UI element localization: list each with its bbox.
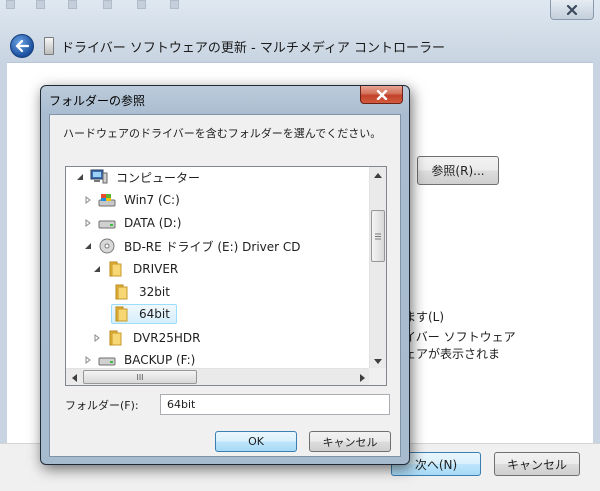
back-arrow-icon bbox=[15, 40, 29, 52]
tree-item-drive-c[interactable]: Win7 (C:) bbox=[83, 190, 187, 210]
tree-item-label: BD-RE ドライブ (E:) Driver CD bbox=[124, 239, 301, 254]
tree-item-label: DVR25HDR bbox=[133, 331, 201, 345]
tree-item-label: Win7 (C:) bbox=[124, 193, 180, 207]
computer-icon bbox=[90, 169, 108, 185]
expanded-arrow-icon[interactable] bbox=[75, 172, 85, 182]
wizard-option-text: イバー ソフトウェア bbox=[404, 330, 516, 344]
horizontal-scroll-thumb[interactable]: III bbox=[83, 370, 197, 384]
tree-item-drive-f[interactable]: BACKUP (F:) bbox=[83, 350, 202, 370]
hard-drive-icon bbox=[98, 215, 116, 231]
ghost-icon bbox=[170, 0, 179, 9]
hard-drive-icon bbox=[98, 352, 116, 368]
device-icon bbox=[44, 37, 54, 55]
wizard-option-text: ェアが表示されま bbox=[404, 347, 501, 361]
ghost-icon bbox=[137, 0, 146, 9]
folder-icon bbox=[107, 261, 125, 277]
browse-button[interactable]: 参照(R)... bbox=[417, 156, 499, 185]
tree-item-label: BACKUP (F:) bbox=[124, 353, 196, 367]
wizard-title-bar bbox=[0, 0, 600, 22]
tree-item-64bit-folder[interactable]: 64bit bbox=[111, 304, 177, 324]
dialog-cancel-button[interactable]: キャンセル bbox=[309, 431, 391, 452]
scroll-up-icon[interactable] bbox=[370, 167, 386, 184]
wizard-close-button[interactable] bbox=[550, 0, 594, 20]
scroll-left-icon[interactable] bbox=[66, 369, 82, 385]
ghost-icon bbox=[6, 0, 15, 9]
tree-item-drive-d[interactable]: DATA (D:) bbox=[83, 213, 188, 233]
scroll-right-icon[interactable] bbox=[354, 369, 370, 385]
back-button[interactable] bbox=[10, 34, 34, 58]
expanded-arrow-icon[interactable] bbox=[83, 241, 93, 251]
browse-folder-dialog: フォルダーの参照 ハードウェアのドライバーを含むフォルダーを選んでください。 コ… bbox=[40, 85, 410, 465]
ok-button[interactable]: OK bbox=[215, 431, 297, 452]
selection-highlight: 64bit bbox=[111, 304, 177, 324]
vertical-scroll-thumb[interactable] bbox=[371, 210, 385, 262]
collapsed-arrow-icon[interactable] bbox=[83, 195, 93, 205]
tree-item-label: コンピューター bbox=[116, 170, 201, 185]
folder-field-label: フォルダー(F): bbox=[65, 399, 139, 412]
ghost-icon bbox=[36, 0, 45, 9]
ghost-icon bbox=[103, 0, 112, 9]
dialog-instruction: ハードウェアのドライバーを含むフォルダーを選んでください。 bbox=[63, 127, 382, 140]
tree-item-label: DATA (D:) bbox=[124, 216, 182, 230]
dialog-body: ハードウェアのドライバーを含むフォルダーを選んでください。 コンピューター Wi… bbox=[49, 114, 401, 457]
tree-item-32bit-folder[interactable]: 32bit bbox=[111, 282, 177, 302]
collapsed-arrow-icon[interactable] bbox=[83, 218, 93, 228]
scrollbar-corner bbox=[369, 368, 386, 385]
horizontal-scrollbar[interactable]: III bbox=[66, 368, 370, 385]
expanded-arrow-icon[interactable] bbox=[92, 264, 102, 274]
vertical-scrollbar[interactable] bbox=[369, 167, 386, 370]
tree-item-label: 32bit bbox=[139, 285, 170, 299]
wizard-header: ドライバー ソフトウェアの更新 - マルチメディア コントローラー bbox=[0, 28, 600, 62]
wizard-option-text: ます(L) bbox=[404, 310, 445, 324]
wizard-title: ドライバー ソフトウェアの更新 - マルチメディア コントローラー bbox=[61, 41, 446, 56]
tree-item-label: 64bit bbox=[139, 307, 170, 321]
dialog-close-button[interactable] bbox=[360, 86, 403, 104]
system-drive-icon bbox=[98, 192, 116, 208]
optical-drive-icon bbox=[98, 238, 116, 254]
tree-item-driver-folder[interactable]: DRIVER bbox=[92, 259, 185, 279]
folder-name-input[interactable] bbox=[160, 394, 390, 415]
tree-item-dvr25hdr-folder[interactable]: DVR25HDR bbox=[92, 328, 207, 348]
close-icon bbox=[376, 89, 387, 100]
wizard-cancel-button[interactable]: キャンセル bbox=[494, 452, 580, 476]
folder-icon bbox=[113, 306, 131, 322]
collapsed-arrow-icon[interactable] bbox=[83, 355, 93, 365]
tree-item-computer[interactable]: コンピューター bbox=[75, 167, 207, 187]
folder-icon bbox=[107, 330, 125, 346]
folder-icon bbox=[113, 284, 131, 300]
collapsed-arrow-icon[interactable] bbox=[92, 333, 102, 343]
ghost-icon bbox=[68, 0, 77, 9]
tree-item-label: DRIVER bbox=[133, 262, 179, 276]
close-icon bbox=[566, 4, 578, 15]
dialog-title: フォルダーの参照 bbox=[49, 94, 146, 108]
folder-tree[interactable]: コンピューター Win7 (C:) DATA (D:) BD-RE ドライブ (… bbox=[65, 166, 387, 386]
tree-item-drive-e[interactable]: BD-RE ドライブ (E:) Driver CD bbox=[83, 236, 308, 256]
